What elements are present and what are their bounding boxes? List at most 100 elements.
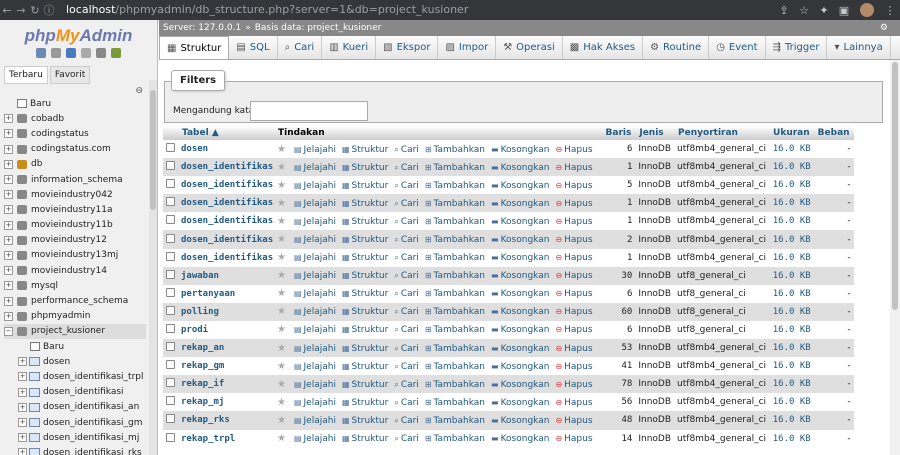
browse-action[interactable]: ▤ Jelajahi xyxy=(294,344,336,354)
browse-action[interactable]: ▤ Jelajahi xyxy=(294,145,336,155)
col-engine[interactable]: Jenis xyxy=(635,126,675,140)
tab-routine[interactable]: ⚙ Routine xyxy=(643,36,710,59)
size-link[interactable]: 16.0 KB xyxy=(769,393,814,412)
expand-icon[interactable]: + xyxy=(4,175,13,185)
expand-icon[interactable]: + xyxy=(4,266,13,276)
structure-action[interactable]: ▦ Struktur xyxy=(342,416,388,426)
table-name-link[interactable]: dosen_identifikasi_rks xyxy=(178,248,274,267)
expand-icon[interactable]: + xyxy=(18,402,27,412)
table-name-link[interactable]: dosen_identifikasi_trpl xyxy=(178,158,274,177)
structure-action[interactable]: ▦ Struktur xyxy=(342,344,388,354)
table-name-link[interactable]: jawaban xyxy=(178,266,274,285)
col-overhead[interactable]: Beban xyxy=(813,126,854,140)
tree-database-item[interactable]: + mysql xyxy=(4,278,146,293)
drop-action[interactable]: ⊖ Hapus xyxy=(555,325,592,335)
tree-database-item[interactable]: + movieindustry14 xyxy=(4,263,146,278)
sidepanel-icon[interactable]: ▣ xyxy=(834,4,854,17)
size-link[interactable]: 16.0 KB xyxy=(769,429,814,448)
table-name-link[interactable]: dosen_identifikasi xyxy=(178,176,274,195)
table-name-link[interactable]: rekap_rks xyxy=(178,411,274,430)
search-action[interactable]: ⌕ Cari xyxy=(394,181,418,191)
favorite-button[interactable]: ★ xyxy=(277,324,288,335)
empty-action[interactable]: ▬ Kosongkan xyxy=(491,416,549,426)
structure-action[interactable]: ▦ Struktur xyxy=(342,145,388,155)
expand-icon[interactable]: + xyxy=(4,281,13,291)
empty-action[interactable]: ▬ Kosongkan xyxy=(491,217,549,227)
drop-action[interactable]: ⊖ Hapus xyxy=(555,199,592,209)
browse-action[interactable]: ▤ Jelajahi xyxy=(294,181,336,191)
structure-action[interactable]: ▦ Struktur xyxy=(342,163,388,173)
size-link[interactable]: 16.0 KB xyxy=(769,158,814,177)
browse-action[interactable]: ▤ Jelajahi xyxy=(294,307,336,317)
insert-action[interactable]: ⊞ Tambahkan xyxy=(425,217,485,227)
search-action[interactable]: ⌕ Cari xyxy=(394,289,418,299)
insert-action[interactable]: ⊞ Tambahkan xyxy=(425,199,485,209)
expand-icon[interactable]: + xyxy=(18,357,27,367)
table-name-link[interactable]: dosen_identifikasi_mj xyxy=(178,230,274,249)
insert-action[interactable]: ⊞ Tambahkan xyxy=(425,398,485,408)
table-name-link[interactable]: rekap_gm xyxy=(178,357,274,376)
reload-nav-icon[interactable] xyxy=(111,48,122,58)
empty-action[interactable]: ▬ Kosongkan xyxy=(491,253,549,263)
tab-impor[interactable]: ▨ Impor xyxy=(438,36,497,59)
insert-action[interactable]: ⊞ Tambahkan xyxy=(425,163,485,173)
tree-database-item[interactable]: + codingstatus.com xyxy=(4,142,146,157)
browse-action[interactable]: ▤ Jelajahi xyxy=(294,163,336,173)
gear-icon[interactable]: ⚙ xyxy=(880,23,900,33)
tree-database-item[interactable]: + codingstatus xyxy=(4,126,146,141)
tree-table-item[interactable]: + dosen_identifikasi_trpl xyxy=(4,369,146,384)
tab-recent[interactable]: Terbaru xyxy=(4,66,48,84)
tree-database-item[interactable]: + phpmyadmin xyxy=(4,309,146,324)
browse-action[interactable]: ▤ Jelajahi xyxy=(294,253,336,263)
expand-icon[interactable]: + xyxy=(18,448,27,455)
tree-database-item[interactable]: + movieindustry12 xyxy=(4,233,146,248)
search-action[interactable]: ⌕ Cari xyxy=(394,362,418,372)
row-checkbox[interactable] xyxy=(166,360,175,370)
insert-action[interactable]: ⊞ Tambahkan xyxy=(425,145,485,155)
favorite-button[interactable]: ★ xyxy=(277,234,288,245)
search-action[interactable]: ⌕ Cari xyxy=(394,325,418,335)
tree-table-item[interactable]: + dosen_identifikasi_gm xyxy=(4,415,146,430)
drop-action[interactable]: ⊖ Hapus xyxy=(555,181,592,191)
search-action[interactable]: ⌕ Cari xyxy=(394,434,418,444)
search-action[interactable]: ⌕ Cari xyxy=(394,344,418,354)
forward-icon[interactable]: → xyxy=(14,4,28,17)
favorite-button[interactable]: ★ xyxy=(277,379,288,390)
insert-action[interactable]: ⊞ Tambahkan xyxy=(425,416,485,426)
favorite-button[interactable]: ★ xyxy=(277,252,288,263)
structure-action[interactable]: ▦ Struktur xyxy=(342,362,388,372)
tab-lainnya[interactable]: ▾ Lainnya xyxy=(827,36,891,59)
favorite-button[interactable]: ★ xyxy=(277,216,288,227)
size-link[interactable]: 16.0 KB xyxy=(769,375,814,394)
tab-trigger[interactable]: ⇶ Trigger xyxy=(766,36,828,59)
drop-action[interactable]: ⊖ Hapus xyxy=(555,253,592,263)
expand-icon[interactable]: + xyxy=(4,190,13,200)
drop-action[interactable]: ⊖ Hapus xyxy=(555,380,592,390)
empty-action[interactable]: ▬ Kosongkan xyxy=(491,199,549,209)
empty-action[interactable]: ▬ Kosongkan xyxy=(491,163,549,173)
back-icon[interactable]: ← xyxy=(0,4,14,17)
table-name-link[interactable]: dosen xyxy=(178,140,274,159)
expand-icon[interactable]: + xyxy=(18,433,27,443)
insert-action[interactable]: ⊞ Tambahkan xyxy=(425,434,485,444)
help-icon[interactable] xyxy=(65,48,76,58)
drop-action[interactable]: ⊖ Hapus xyxy=(555,362,592,372)
row-checkbox[interactable] xyxy=(166,143,175,153)
row-checkbox[interactable] xyxy=(166,179,175,189)
search-action[interactable]: ⌕ Cari xyxy=(394,253,418,263)
tree-database-item[interactable]: − project_kusioner xyxy=(4,323,146,339)
expand-icon[interactable]: + xyxy=(4,144,13,154)
favorite-button[interactable]: ★ xyxy=(277,433,288,444)
star-icon[interactable]: ☆ xyxy=(794,4,814,17)
row-checkbox[interactable] xyxy=(166,396,175,406)
row-checkbox[interactable] xyxy=(166,197,175,207)
tab-ekspor[interactable]: ▧ Ekspor xyxy=(376,36,439,59)
size-link[interactable]: 16.0 KB xyxy=(769,266,814,285)
col-table[interactable]: Tabel ▲ xyxy=(178,126,274,140)
insert-action[interactable]: ⊞ Tambahkan xyxy=(425,181,485,191)
empty-action[interactable]: ▬ Kosongkan xyxy=(491,344,549,354)
table-name-link[interactable]: dosen_identifikasi_gm xyxy=(178,212,274,231)
favorite-button[interactable]: ★ xyxy=(277,361,288,372)
row-checkbox[interactable] xyxy=(166,215,175,225)
expand-icon[interactable]: + xyxy=(4,205,13,215)
